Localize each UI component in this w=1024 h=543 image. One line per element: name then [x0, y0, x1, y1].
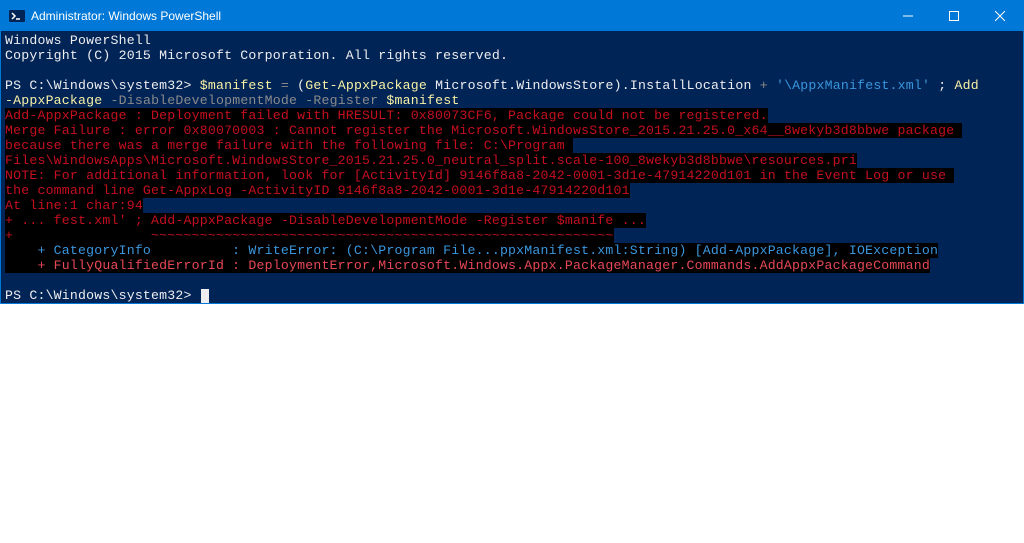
error-line: because there was a merge failure with t…: [5, 138, 573, 153]
cmd-eq: =: [281, 78, 289, 93]
cmd-str: '\AppxManifest.xml': [776, 78, 930, 93]
cmd-var: $manifest: [200, 78, 273, 93]
powershell-window: Administrator: Windows PowerShell Window…: [0, 0, 1024, 304]
window-title: Administrator: Windows PowerShell: [31, 9, 885, 23]
cmd-add2: -AppxPackage: [5, 93, 102, 108]
cursor: [201, 289, 209, 303]
error-line: the command line Get-AppxLog -ActivityID…: [5, 183, 630, 198]
cmd-pkg: Microsoft.WindowsStore: [435, 78, 614, 93]
prompt: PS C:\Windows\system32>: [5, 78, 192, 93]
error-line: Add-AppxPackage : Deployment failed with…: [5, 108, 768, 123]
error-line: At line:1 char:94: [5, 198, 143, 213]
powershell-icon: [9, 8, 25, 24]
close-button[interactable]: [977, 1, 1023, 31]
window-controls: [885, 1, 1023, 31]
cmd-flag1: -DisableDevelopmentMode: [111, 93, 298, 108]
maximize-button[interactable]: [931, 1, 977, 31]
error-line: + ... fest.xml' ; Add-AppxPackage -Disab…: [5, 213, 646, 228]
error-line: Files\WindowsApps\Microsoft.WindowsStore…: [5, 153, 857, 168]
error-line: + ~~~~~~~~~~~~~~~~~~~~~~~~~~~~~~~~~~~~~~…: [5, 228, 614, 243]
cmd-rparen: ).InstallLocation: [614, 78, 752, 93]
cmd-plus: +: [760, 78, 768, 93]
terminal-output[interactable]: Windows PowerShell Copyright (C) 2015 Mi…: [1, 31, 1023, 303]
prompt: PS C:\Windows\system32>: [5, 288, 192, 303]
error-category: + CategoryInfo : WriteError: (C:\Program…: [5, 243, 938, 258]
error-id: + FullyQualifiedErrorId : DeploymentErro…: [5, 258, 930, 273]
minimize-button[interactable]: [885, 1, 931, 31]
error-line: Merge Failure : error 0x80070003 : Canno…: [5, 123, 962, 138]
copyright-line: Copyright (C) 2015 Microsoft Corporation…: [5, 48, 508, 63]
banner-line: Windows PowerShell: [5, 33, 151, 48]
cmd-getappx: Get-AppxPackage: [305, 78, 427, 93]
cmd-flag2: -Register: [305, 93, 378, 108]
cmd-add1: Add: [955, 78, 979, 93]
cmd-sep: ;: [938, 78, 946, 93]
cmd-var2: $manifest: [386, 93, 459, 108]
titlebar[interactable]: Administrator: Windows PowerShell: [1, 1, 1023, 31]
error-line: NOTE: For additional information, look f…: [5, 168, 954, 183]
